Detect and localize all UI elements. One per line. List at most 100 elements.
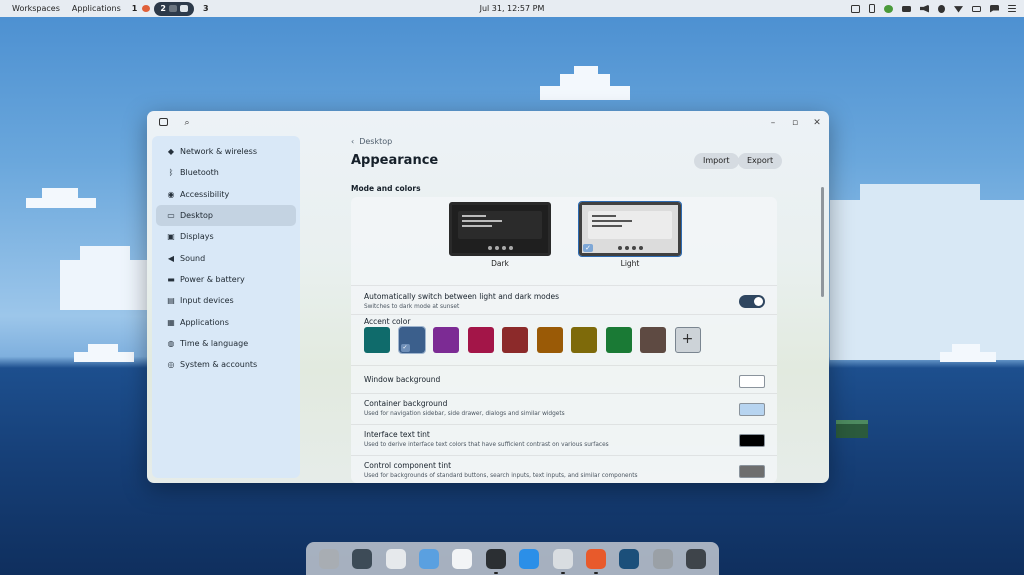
menu-icon[interactable]	[1008, 7, 1016, 10]
sidebar-item-label: Network & wireless	[180, 147, 258, 157]
interface-text-tint-color-button[interactable]	[739, 434, 765, 447]
dark-mode-option[interactable]: Dark	[449, 202, 551, 268]
sidebar-item-displays[interactable]: ▣ Displays	[156, 226, 296, 247]
sidebar-toggle-icon[interactable]	[159, 118, 168, 126]
wallpaper-cloud	[830, 184, 1024, 360]
light-mode-label: Light	[620, 259, 640, 268]
accent-swatch[interactable]	[364, 327, 390, 353]
sidebar-item-input-devices[interactable]: ▤ Input devices	[156, 290, 296, 311]
window-header: ⌕ – ▫ ✕	[147, 111, 829, 135]
steam-app[interactable]	[619, 548, 640, 569]
sidebar-item-time-language[interactable]: ◍ Time & language	[156, 333, 296, 354]
wallpaper-boat	[836, 420, 868, 438]
battery-icon[interactable]	[902, 5, 911, 12]
maximize-button[interactable]: ▫	[789, 117, 801, 129]
app-grid-app[interactable]	[385, 548, 406, 569]
window-background-title: Window background	[364, 375, 441, 384]
keyboard-icon: ▤	[167, 296, 175, 306]
phone-icon[interactable]	[869, 4, 875, 13]
pin-icon[interactable]	[884, 4, 893, 13]
search-icon[interactable]: ⌕	[182, 118, 192, 128]
accent-swatch[interactable]	[605, 327, 632, 353]
brave-icon	[142, 5, 151, 12]
sidebar-item-accessibility[interactable]: ◉ Accessibility	[156, 184, 296, 205]
wallpaper-cloud	[60, 246, 150, 310]
container-background-color-button[interactable]	[739, 403, 765, 416]
accent-swatch[interactable]	[502, 327, 528, 353]
check-icon: ✓	[583, 244, 593, 252]
displays-icon: ▣	[167, 232, 175, 242]
sidebar-item-system-accounts[interactable]: ◎ System & accounts	[156, 354, 296, 375]
sidebar-item-network[interactable]: ◆ Network & wireless	[156, 141, 296, 162]
accent-swatch[interactable]	[536, 327, 563, 353]
light-mode-preview: ✓	[578, 201, 682, 257]
accent-color-title: Accent color	[364, 317, 411, 326]
accessibility-icon: ◉	[167, 189, 175, 199]
system-monitor-app[interactable]	[686, 548, 707, 569]
auto-switch-row: Automatically switch between light and d…	[351, 285, 777, 313]
settings-icon	[179, 5, 188, 12]
sidebar-item-label: Desktop	[180, 211, 213, 221]
sidebar-item-sound[interactable]: ◀ Sound	[156, 247, 296, 268]
bluetooth-icon[interactable]	[938, 4, 945, 13]
sidebar-item-label: Power & battery	[180, 274, 245, 284]
breadcrumb-label: Desktop	[359, 137, 393, 146]
workspace-3[interactable]: 3	[198, 0, 214, 17]
accent-swatch-selected[interactable]	[397, 326, 426, 354]
wallpaper-cloud	[940, 344, 996, 362]
chevron-left-icon: ‹	[351, 137, 355, 146]
workspaces-button[interactable]: Workspaces	[6, 0, 66, 17]
battery-icon: ▬	[167, 274, 175, 284]
globe-icon: ◍	[167, 338, 175, 348]
workspace-2[interactable]: 2	[154, 1, 194, 16]
accent-swatch[interactable]	[467, 327, 494, 353]
brave-browser-app[interactable]	[585, 548, 606, 574]
auto-switch-toggle[interactable]	[739, 295, 765, 308]
import-button[interactable]: Import	[694, 153, 739, 169]
export-button[interactable]: Export	[738, 153, 783, 169]
applications-button[interactable]: Applications	[66, 0, 127, 17]
workspace-1[interactable]: 1	[127, 0, 143, 17]
files-app[interactable]	[418, 548, 439, 569]
accent-swatch[interactable]	[433, 327, 459, 353]
sidebar-item-power[interactable]: ▬ Power & battery	[156, 269, 296, 290]
add-custom-accent-button[interactable]: +	[674, 327, 701, 353]
volume-icon[interactable]	[920, 4, 929, 13]
sidebar-item-label: Displays	[180, 232, 214, 242]
screenshot-app[interactable]	[652, 548, 673, 569]
accent-swatch[interactable]	[640, 327, 666, 353]
dark-mode-label: Dark	[491, 259, 509, 268]
mode-colors-panel: Dark ✓ Light Automatically switch betwee…	[351, 197, 777, 483]
terminal-app[interactable]	[485, 548, 506, 574]
workspaces-app[interactable]	[352, 548, 373, 569]
control-component-tint-color-button[interactable]	[739, 465, 765, 478]
close-button[interactable]: ✕	[811, 117, 823, 129]
system-icon: ◎	[167, 360, 175, 370]
scrollbar[interactable]	[821, 187, 824, 297]
minimize-button[interactable]: –	[767, 117, 779, 129]
notification-icon[interactable]	[990, 4, 999, 13]
wifi-icon[interactable]	[954, 6, 963, 13]
settings-app[interactable]	[552, 548, 573, 574]
wallpaper-cloud	[540, 66, 630, 100]
section-title: Mode and colors	[351, 184, 421, 193]
terminal-icon	[168, 5, 177, 12]
power-icon[interactable]	[972, 5, 981, 12]
window-background-color-button[interactable]	[739, 375, 765, 388]
sidebar-item-label: Input devices	[180, 296, 234, 306]
sidebar-item-bluetooth[interactable]: ᛒ Bluetooth	[156, 162, 296, 183]
settings-sidebar: ◆ Network & wireless ᛒ Bluetooth ◉ Acces…	[152, 136, 300, 478]
interface-text-tint-title: Interface text tint	[364, 430, 430, 439]
accent-swatch[interactable]	[571, 327, 597, 353]
text-editor-app[interactable]	[452, 548, 473, 569]
sidebar-item-label: System & accounts	[180, 360, 258, 370]
interface-text-tint-row: Interface text tint Used to derive inter…	[351, 424, 777, 454]
window-icon[interactable]	[851, 4, 860, 13]
breadcrumb[interactable]: ‹ Desktop	[351, 137, 392, 146]
control-component-tint-title: Control component tint	[364, 461, 452, 470]
sidebar-item-desktop[interactable]: ▭ Desktop	[156, 204, 296, 227]
light-mode-option[interactable]: ✓ Light	[578, 201, 682, 268]
sidebar-item-applications[interactable]: ▦ Applications	[156, 311, 296, 332]
launcher-app[interactable]	[318, 548, 339, 569]
store-app[interactable]	[519, 548, 540, 569]
